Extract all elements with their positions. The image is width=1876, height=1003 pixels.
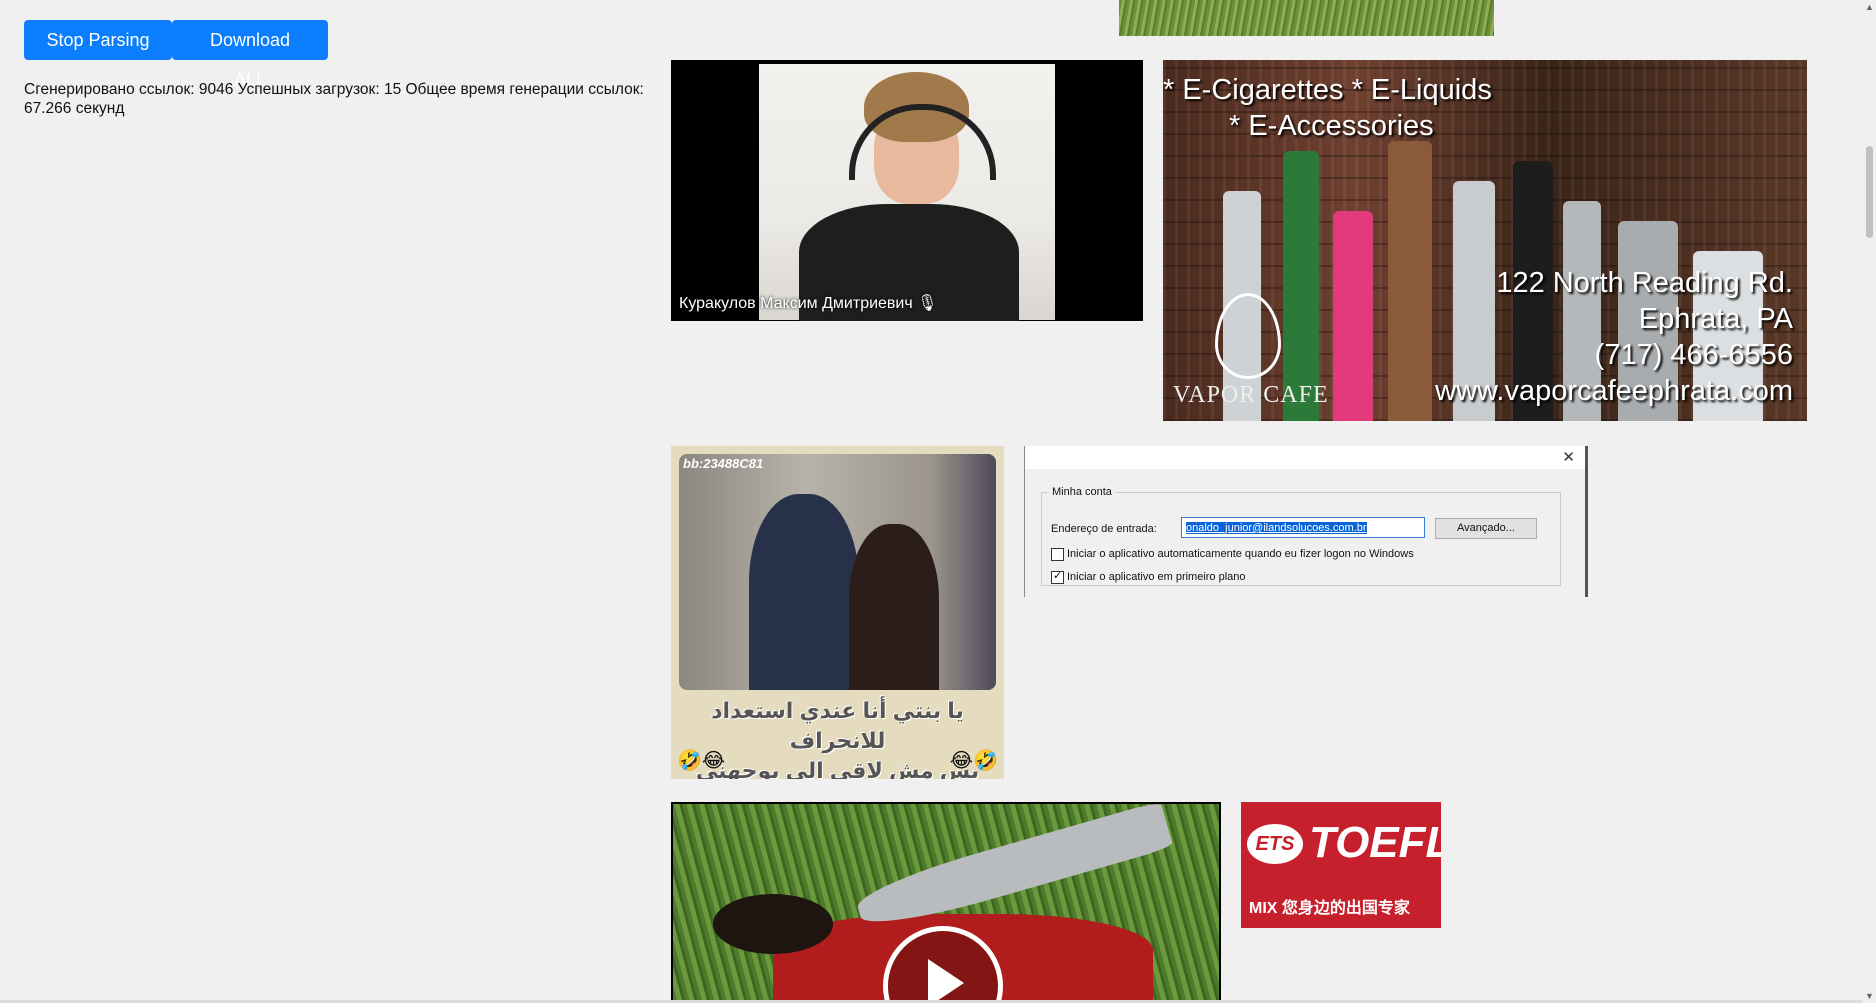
vapor-headline-line-1: * E-Cigarettes * E-Liquids [1163,74,1492,106]
webcam-background [759,64,1055,321]
vapor-headline: * E-Cigarettes * E-Liquids * E-Accessori… [1163,72,1492,144]
laughing-emoji-icon: 🤣😂 [677,750,726,772]
webcam-caption: Куракулов Максим Дмитриевич 🎙 [679,295,938,312]
dialog-titlebar: ✕ [1025,446,1585,469]
stats-text: Сгенерировано ссылок: 9046 Успешных загр… [24,81,644,117]
ets-logo: ETS [1247,824,1303,864]
vapor-headline-line-2: * E-Accessories [1229,110,1434,142]
vapor-address-line-1: 122 North Reading Rd. [1496,267,1793,299]
vapor-cafe-brand: VAPOR CAFE [1173,382,1329,408]
vapor-address-line-2: Ephrata, PA [1638,303,1793,335]
laughing-emoji-icon: 😂🤣 [949,750,998,772]
download-all-button[interactable]: Download ALL [172,20,328,90]
scrollbar-thumb[interactable] [1866,146,1873,238]
vapor-cafe-ad-image[interactable]: VAPOR CAFE * E-Cigarettes * E-Liquids * … [1163,60,1807,421]
hair-shape [713,894,833,954]
close-icon: ✕ [1562,449,1575,466]
stop-parsing-button[interactable]: Stop Parsing [24,20,172,60]
vapor-phone: (717) 466-6556 [1594,339,1793,371]
arabic-meme-image[interactable]: bb:23488C81 يا بنتي أنا عندي استعداد للا… [671,446,1004,779]
woman-shape [849,524,939,690]
meme-line-1: يا بنتي أنا عندي استعداد للانحراف [711,698,964,753]
account-settings-dialog-image[interactable]: ✕ Minha conta Endereço de entrada: onald… [1024,446,1588,597]
vapor-address: 122 North Reading Rd. Ephrata, PA (717) … [1435,265,1793,409]
foreground-label: Iniciar o aplicativo em primeiro plano [1067,571,1246,583]
vape-device [1333,211,1373,421]
vape-device [1388,141,1432,421]
foreground-checkbox [1051,569,1064,584]
man-shape [749,494,859,690]
vapor-website: www.vaporcafeephrata.com [1435,375,1793,407]
scroll-up-icon[interactable]: ▲ [1865,2,1874,12]
scroll-down-icon[interactable]: ▼ [1865,991,1874,1001]
vape-device [1283,151,1319,421]
vertical-scrollbar[interactable]: ▲ ▼ [1863,0,1876,1003]
login-address-value: onaldo_junior@ilandsolucoes.com.br [1186,522,1367,534]
meme-tag: bb:23488C81 [683,456,764,471]
toefl-subtitle: MIX 您身边的出国专家 [1249,900,1410,917]
meme-photo [679,454,996,690]
sword-video-thumbnail[interactable] [671,802,1221,1003]
grass-image[interactable] [1119,0,1494,36]
advanced-button: Avançado... [1435,518,1537,539]
autostart-label: Iniciar o aplicativo automaticamente qua… [1067,548,1414,560]
account-group-label: Minha conta [1049,486,1115,498]
login-address-field: onaldo_junior@ilandsolucoes.com.br [1181,517,1425,538]
webcam-image[interactable]: Куракулов Максим Дмитриевич 🎙 [671,60,1143,321]
toefl-title: TOEFL [1309,818,1441,867]
toefl-ad-image[interactable]: ETS TOEFL MIX 您身边的出国专家 [1241,802,1441,928]
login-address-label: Endereço de entrada: [1051,523,1157,535]
autostart-checkbox [1051,548,1064,561]
